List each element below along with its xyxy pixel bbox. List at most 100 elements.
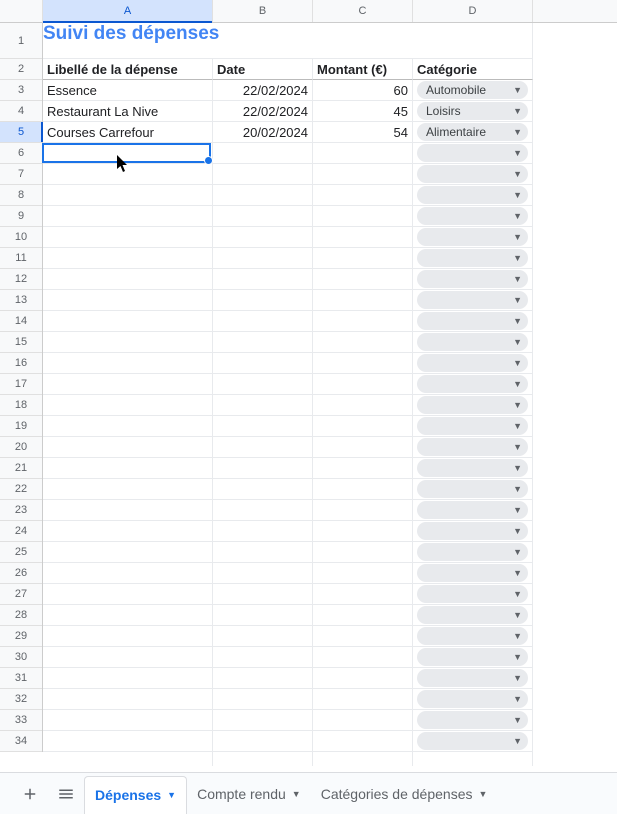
cell[interactable]: [213, 668, 313, 689]
cell[interactable]: [213, 206, 313, 227]
row-header-8[interactable]: 8: [0, 185, 42, 206]
row-header-21[interactable]: 21: [0, 458, 42, 479]
cell[interactable]: [43, 710, 213, 731]
cell[interactable]: [313, 290, 413, 311]
row-header-30[interactable]: 30: [0, 647, 42, 668]
row-header-15[interactable]: 15: [0, 332, 42, 353]
category-chip[interactable]: ▼: [417, 312, 528, 330]
cell[interactable]: [313, 584, 413, 605]
row-header-28[interactable]: 28: [0, 605, 42, 626]
cell[interactable]: [313, 227, 413, 248]
category-chip[interactable]: ▼: [417, 438, 528, 456]
cell[interactable]: ▼: [413, 185, 533, 206]
category-chip[interactable]: ▼: [417, 564, 528, 582]
cell[interactable]: [313, 143, 413, 164]
cell[interactable]: [313, 206, 413, 227]
cell[interactable]: [43, 731, 213, 752]
header-categorie[interactable]: Catégorie: [413, 59, 533, 80]
cell[interactable]: [43, 311, 213, 332]
row-header-25[interactable]: 25: [0, 542, 42, 563]
cell[interactable]: [313, 311, 413, 332]
cell[interactable]: [313, 332, 413, 353]
tab-compte-rendu[interactable]: Compte rendu ▼: [187, 776, 311, 812]
chevron-down-icon[interactable]: ▼: [479, 789, 488, 799]
cell-montant[interactable]: 54: [313, 122, 413, 143]
cell[interactable]: [43, 227, 213, 248]
cell[interactable]: [43, 332, 213, 353]
cell[interactable]: [213, 311, 313, 332]
cell[interactable]: ▼: [413, 710, 533, 731]
cell-libelle[interactable]: Essence: [43, 80, 213, 101]
cell-date[interactable]: 22/02/2024: [213, 80, 313, 101]
cell[interactable]: [213, 269, 313, 290]
cell[interactable]: [43, 647, 213, 668]
cell[interactable]: [313, 647, 413, 668]
cell[interactable]: ▼: [413, 227, 533, 248]
category-chip[interactable]: ▼: [417, 585, 528, 603]
cell[interactable]: [313, 269, 413, 290]
cell-categorie[interactable]: Loisirs▼: [413, 101, 533, 122]
cell[interactable]: [43, 164, 213, 185]
cell[interactable]: ▼: [413, 689, 533, 710]
category-chip[interactable]: ▼: [417, 249, 528, 267]
cell[interactable]: [43, 374, 213, 395]
cell[interactable]: [313, 542, 413, 563]
col-header-D[interactable]: D: [413, 0, 533, 22]
cell[interactable]: [313, 710, 413, 731]
cell[interactable]: [313, 479, 413, 500]
cell[interactable]: [213, 563, 313, 584]
cell[interactable]: ▼: [413, 668, 533, 689]
category-chip[interactable]: ▼: [417, 627, 528, 645]
cell[interactable]: ▼: [413, 311, 533, 332]
chevron-down-icon[interactable]: ▼: [167, 790, 176, 800]
cell-date[interactable]: 22/02/2024: [213, 101, 313, 122]
category-chip[interactable]: ▼: [417, 606, 528, 624]
cell[interactable]: [313, 500, 413, 521]
tab-categories[interactable]: Catégories de dépenses ▼: [311, 776, 498, 812]
cell[interactable]: [43, 353, 213, 374]
cell[interactable]: ▼: [413, 206, 533, 227]
category-chip[interactable]: ▼: [417, 501, 528, 519]
cell[interactable]: [313, 185, 413, 206]
cell[interactable]: [313, 353, 413, 374]
cell[interactable]: [313, 668, 413, 689]
cell[interactable]: [43, 500, 213, 521]
row-header-24[interactable]: 24: [0, 521, 42, 542]
row-header-3[interactable]: 3: [0, 80, 42, 101]
cell[interactable]: [313, 416, 413, 437]
category-chip[interactable]: ▼: [417, 354, 528, 372]
header-libelle[interactable]: Libellé de la dépense: [43, 59, 213, 80]
cell[interactable]: [313, 731, 413, 752]
category-chip[interactable]: ▼: [417, 270, 528, 288]
cell[interactable]: [213, 458, 313, 479]
cell[interactable]: [43, 542, 213, 563]
category-chip[interactable]: ▼: [417, 669, 528, 687]
row-header-20[interactable]: 20: [0, 437, 42, 458]
header-date[interactable]: Date: [213, 59, 313, 80]
cell[interactable]: ▼: [413, 248, 533, 269]
row-header-9[interactable]: 9: [0, 206, 42, 227]
row-header-29[interactable]: 29: [0, 626, 42, 647]
cell[interactable]: [213, 521, 313, 542]
cell[interactable]: [213, 500, 313, 521]
cell[interactable]: [43, 521, 213, 542]
cell[interactable]: ▼: [413, 332, 533, 353]
cell[interactable]: [313, 605, 413, 626]
row-header-34[interactable]: 34: [0, 731, 42, 752]
cell[interactable]: [313, 563, 413, 584]
cell-montant[interactable]: 45: [313, 101, 413, 122]
category-chip[interactable]: ▼: [417, 165, 528, 183]
cell[interactable]: [213, 710, 313, 731]
cell[interactable]: [43, 458, 213, 479]
cell[interactable]: [213, 353, 313, 374]
cell[interactable]: ▼: [413, 416, 533, 437]
category-chip[interactable]: ▼: [417, 417, 528, 435]
cell[interactable]: ▼: [413, 605, 533, 626]
category-chip[interactable]: ▼: [417, 522, 528, 540]
cell[interactable]: ▼: [413, 542, 533, 563]
cell[interactable]: [213, 395, 313, 416]
cell[interactable]: ▼: [413, 395, 533, 416]
cell[interactable]: [213, 605, 313, 626]
cell-categorie[interactable]: Automobile▼: [413, 80, 533, 101]
cell[interactable]: [213, 479, 313, 500]
